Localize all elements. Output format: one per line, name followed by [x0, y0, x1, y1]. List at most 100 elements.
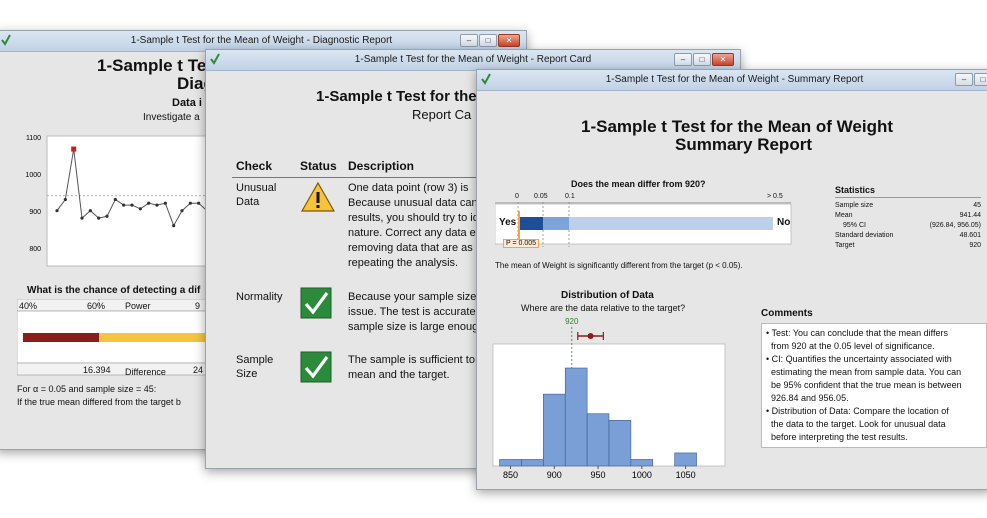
p-tick-005: 0.05 — [534, 193, 548, 200]
histogram-bar — [521, 459, 544, 467]
data-point — [80, 216, 84, 220]
data-point — [63, 197, 67, 202]
stat-label: Sample size — [835, 202, 874, 209]
distribution-heading: Distribution of Data — [561, 290, 654, 301]
description-line: results, you should try to id — [348, 212, 479, 224]
minimize-button[interactable]: – — [955, 73, 973, 86]
comment-line: before interpreting the test results. — [771, 432, 908, 442]
histogram-bar — [499, 459, 522, 467]
maximize-button[interactable]: □ — [974, 73, 987, 86]
data-point — [188, 201, 192, 205]
y-tick-label: 1000 — [25, 172, 41, 179]
report-title-line1: 1-Sample t Tes — [97, 56, 216, 75]
comment-line: 926.84 and 956.05. — [771, 393, 849, 403]
comments-box: • Test: You can conclude that the mean d… — [761, 323, 987, 448]
power-bar-low — [23, 333, 99, 342]
x-tick-label: 950 — [591, 470, 606, 480]
comment-line: from 920 at the 0.05 level of significan… — [771, 341, 935, 351]
check-label: Data — [236, 196, 260, 208]
footer-line-1: For α = 0.05 and sample size = 45: — [17, 384, 157, 394]
power-axis-label: Power — [125, 301, 151, 311]
stat-value: (926.84, 956.05) — [929, 222, 981, 229]
report-card-titlebar[interactable]: 1-Sample t Test for the Mean of Weight -… — [206, 50, 740, 71]
footer-line-2: If the true mean differed from the targe… — [17, 397, 181, 407]
comments-heading: Comments — [761, 308, 813, 319]
difference-axis-label: Difference — [125, 367, 166, 377]
close-button[interactable]: ✕ — [498, 34, 520, 47]
description-line: removing data that are as — [348, 242, 473, 254]
difference-tick-a: 16.394 — [83, 365, 111, 375]
p-region-light — [569, 217, 773, 230]
power-chart-svg — [16, 298, 218, 376]
data-point — [147, 201, 151, 205]
data-point — [155, 203, 159, 207]
data-point — [97, 216, 101, 220]
power-question: What is the chance of detecting a dif — [27, 285, 201, 296]
p-value-marker — [518, 211, 520, 239]
stat-value: 941.44 — [959, 212, 981, 219]
minimize-button[interactable]: – — [460, 34, 478, 47]
window-controls: – □ ✕ — [460, 34, 520, 47]
comment-line: the data to the target. Look for unusual… — [771, 419, 946, 429]
stat-label: Standard deviation — [835, 232, 894, 239]
column-header-description: Description — [348, 159, 415, 173]
power-tick-60: 60% — [87, 301, 106, 311]
check-icon — [300, 351, 332, 383]
power-tick-40: 40% — [19, 301, 38, 311]
histogram-bar — [630, 459, 654, 467]
statistics-heading: Statistics — [835, 185, 981, 198]
y-tick-label: 900 — [29, 209, 41, 216]
window-title: 1-Sample t Test for the Mean of Weight -… — [130, 35, 393, 46]
statistics-row: Target 920 — [835, 241, 981, 251]
histogram-chart: 920 850 900 950 1000 1050 — [491, 316, 731, 486]
statistics-panel: Statistics Sample size 45 Mean 941.44 95% … — [835, 185, 981, 251]
description-line: repeating the analysis. — [348, 257, 459, 269]
report-title-line1: 1-Sample t Test for the Mean of Weight — [581, 117, 894, 136]
stat-value: 920 — [969, 242, 981, 249]
stat-label: Mean — [835, 212, 853, 219]
p-tick-0: 0 — [515, 193, 519, 200]
summary-content: 1-Sample t Test for the Mean of Weight S… — [477, 91, 987, 489]
maximize-button[interactable]: □ — [693, 53, 711, 66]
no-label: No — [777, 217, 791, 228]
statistics-row: Sample size 45 — [835, 201, 981, 211]
target-label: 920 — [565, 317, 579, 326]
summary-report-window[interactable]: 1-Sample t Test for the Mean of Weight -… — [476, 69, 987, 490]
maximize-button[interactable]: □ — [479, 34, 497, 47]
p-tick-01: 0.1 — [565, 193, 575, 200]
comment-line: be 95% confident that the true mean is b… — [771, 380, 962, 390]
report-title-line2: Report Ca — [412, 107, 472, 122]
difference-tick-b: 24 — [193, 365, 204, 375]
comment-line: estimating the mean from sample data. Yo… — [771, 367, 962, 377]
report-title-line2: Summary Report — [675, 135, 812, 154]
comment-line: • CI: Quantifies the uncertainty associa… — [766, 354, 952, 364]
check-icon — [300, 287, 332, 319]
stat-value: 48.601 — [959, 232, 981, 239]
x-tick-label: 1000 — [632, 470, 652, 480]
stat-label: 95% CI — [843, 222, 866, 229]
description-line: One data point (row 3) is — [348, 182, 469, 194]
minimize-button[interactable]: – — [674, 53, 692, 66]
stat-value: 45 — [973, 202, 981, 209]
data-point — [138, 207, 142, 211]
yes-label: Yes — [499, 217, 517, 228]
p-value-label: P = 0.005 — [503, 239, 540, 248]
p-value-scale: 0 0.05 0.1 > 0.5 Yes No P = 0.005 — [494, 193, 795, 251]
close-button[interactable]: ✕ — [712, 53, 734, 66]
section-heading: Data i — [172, 97, 202, 109]
histogram-bar — [608, 419, 632, 467]
p-tick-05: > 0.5 — [767, 193, 783, 200]
histogram-bar — [543, 393, 566, 467]
histogram-bar — [586, 413, 610, 467]
data-point — [113, 197, 117, 202]
column-header-check: Check — [236, 159, 273, 173]
data-chart: 1100 1000 900 800 — [23, 132, 214, 272]
section-subheading: Investigate a — [143, 112, 200, 123]
x-tick-label: 900 — [547, 470, 562, 480]
warning-icon — [300, 181, 336, 212]
summary-titlebar[interactable]: 1-Sample t Test for the Mean of Weight -… — [477, 70, 987, 91]
comment-line: • Test: You can conclude that the mean d… — [766, 328, 948, 338]
data-chart-svg: 1100 1000 900 800 — [25, 135, 214, 267]
description-line: Because your sample size — [348, 291, 477, 303]
data-point — [105, 214, 109, 218]
